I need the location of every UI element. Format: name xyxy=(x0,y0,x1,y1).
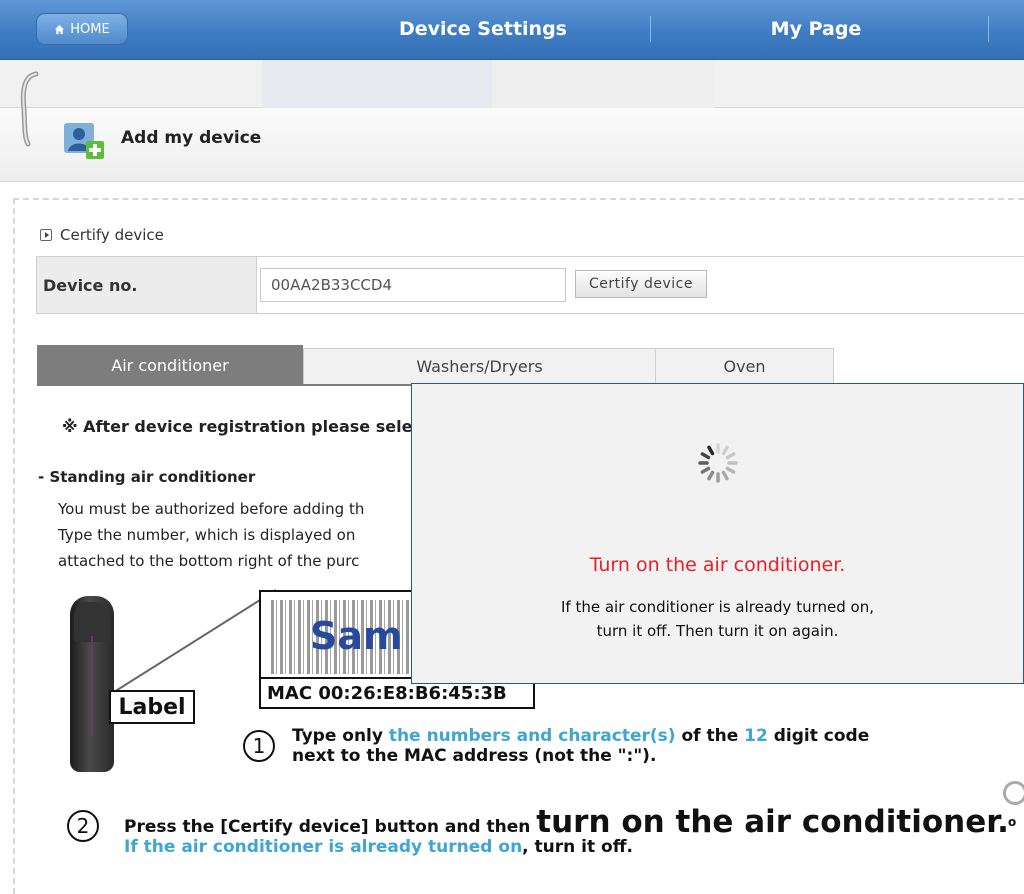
section-title-text: Certify device xyxy=(60,226,164,244)
standing-ac-heading: - Standing air conditioner xyxy=(38,468,256,486)
tab-air-conditioner[interactable]: Air conditioner xyxy=(37,345,303,385)
step-1-text: Type only the numbers and character(s) o… xyxy=(292,726,870,746)
play-icon xyxy=(40,229,52,241)
home-label: HOME xyxy=(70,21,110,37)
step-2-text-line2: If the air conditioner is already turned… xyxy=(124,837,633,857)
page-title: Add my device xyxy=(121,128,262,148)
binder-clip-icon xyxy=(20,71,39,147)
instruction-line: You must be authorized before adding th xyxy=(58,500,365,518)
certify-device-button[interactable]: Certify device xyxy=(575,270,707,298)
tab-washers-dryers[interactable]: Washers/Dryers xyxy=(303,348,656,385)
step-2-number: 2 xyxy=(67,810,99,842)
nav-separator xyxy=(650,16,651,42)
power-icon xyxy=(1003,781,1024,805)
modal-message-line1: If the air conditioner is already turned… xyxy=(561,598,874,616)
step-1-text-line2: next to the MAC address (not the ":"). xyxy=(292,746,657,766)
top-navigation: HOME Device Settings My Page xyxy=(0,0,1024,60)
sub-header-stripe xyxy=(0,60,1024,108)
instruction-line: attached to the bottom right of the purc xyxy=(58,552,360,570)
home-icon xyxy=(55,24,65,34)
cropped-text: o xyxy=(1008,815,1017,829)
device-number-input[interactable] xyxy=(260,268,566,302)
step-1-number: 1 xyxy=(243,730,275,762)
modal-message-line2: turn it off. Then turn it on again. xyxy=(596,622,839,640)
nav-tab-my-page[interactable]: My Page xyxy=(700,14,932,44)
add-user-icon xyxy=(64,123,104,159)
modal-alert-text: Turn on the air conditioner. xyxy=(589,554,846,576)
home-button[interactable]: HOME xyxy=(36,13,128,45)
label-leader-line xyxy=(113,589,277,693)
section-title-certify: Certify device xyxy=(40,226,164,244)
brand-text: Sam xyxy=(310,614,403,658)
nav-tab-device-settings[interactable]: Device Settings xyxy=(360,14,606,44)
device-number-label: Device no. xyxy=(37,257,257,313)
registration-note: ※ After device registration please selec xyxy=(62,417,422,436)
nav-separator xyxy=(988,16,989,42)
tab-oven[interactable]: Oven xyxy=(655,348,834,385)
instruction-line: Type the number, which is displayed on xyxy=(58,526,356,544)
label-callout: Label xyxy=(109,690,195,724)
loading-spinner-icon xyxy=(698,443,738,483)
step-2-text: Press the [Certify device] button and th… xyxy=(124,804,1009,840)
